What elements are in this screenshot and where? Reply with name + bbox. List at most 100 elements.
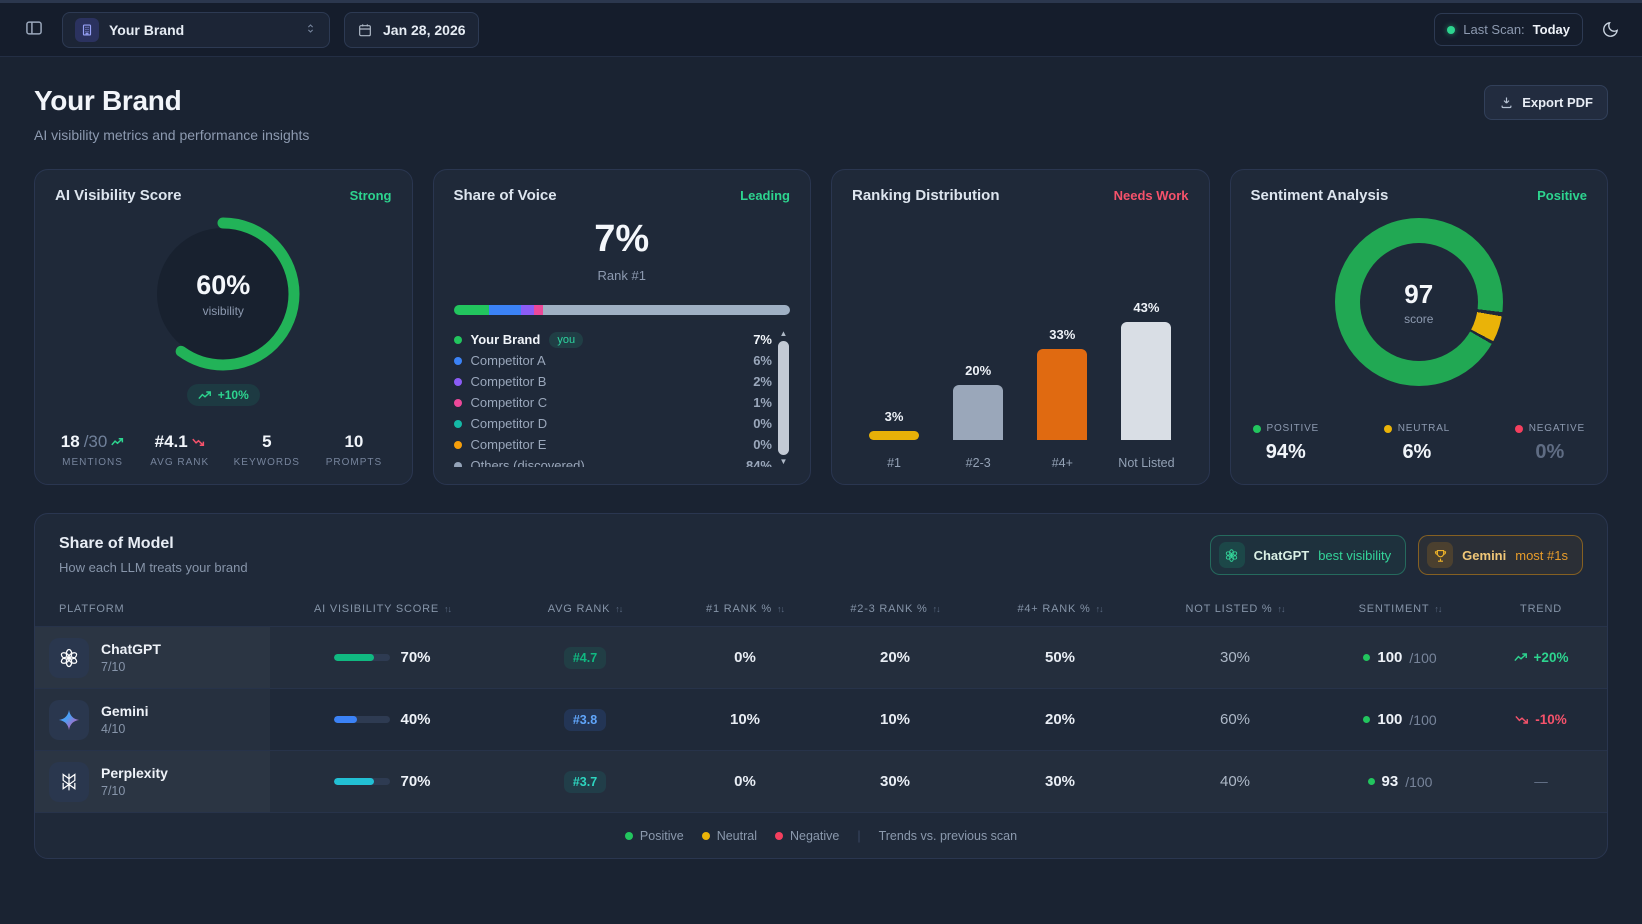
- column-avg-rank[interactable]: AVG RANK↑↓: [495, 603, 675, 615]
- legend-note: Trends vs. previous scan: [879, 829, 1017, 843]
- neutral-dot: [702, 832, 710, 840]
- series-dot: [454, 336, 462, 344]
- gemini-icon: [49, 700, 89, 740]
- bar-label: Not Listed: [1115, 456, 1177, 470]
- chatgpt-icon: [1219, 542, 1245, 568]
- badge-model-name: Gemini: [1462, 548, 1506, 563]
- sort-icon: ↑↓: [1278, 604, 1285, 614]
- share-of-voice-stacked-bar: [454, 305, 791, 315]
- platform-cell: ChatGPT 7/10: [35, 627, 270, 688]
- competitor-value: 0%: [753, 437, 772, 452]
- sentiment-value: 100: [1377, 649, 1402, 666]
- competitor-value: 84%: [746, 458, 772, 467]
- scroll-down-arrow-icon[interactable]: ▼: [780, 457, 788, 467]
- chevron-up-down-icon: [304, 22, 317, 38]
- legend-negative: Negative: [775, 829, 839, 843]
- score-bar-fill: [334, 716, 356, 723]
- keywords-label: KEYWORDS: [223, 457, 310, 468]
- rank1-cell: 0%: [675, 773, 815, 790]
- list-item: Competitor C 1%: [454, 392, 773, 413]
- ai-visibility-card: AI Visibility Score Strong 60% visibilit…: [34, 169, 413, 485]
- table-subtitle: How each LLM treats your brand: [59, 560, 248, 575]
- scroll-up-arrow-icon[interactable]: ▲: [780, 329, 788, 339]
- score-bar-fill: [334, 654, 373, 661]
- legend-value: 0%: [1515, 441, 1585, 464]
- legend-negative: NEGATIVE 0%: [1515, 423, 1585, 464]
- list-scrollbar[interactable]: ▲ ▼: [777, 329, 790, 467]
- table-row-chatgpt: ChatGPT7/10 70% #4.7 0% 20% 50% 30% 100 …: [35, 627, 1607, 689]
- share-of-voice-value: 7%: [454, 218, 791, 261]
- prompts-label: PROMPTS: [310, 457, 397, 468]
- series-dot: [454, 420, 462, 428]
- last-scan-label: Last Scan:: [1463, 22, 1524, 37]
- stat-avg-rank: #4.1 AVG RANK: [136, 432, 223, 468]
- score-value: 40%: [400, 711, 430, 728]
- avg-rank-pill: #4.7: [564, 647, 606, 669]
- stat-mentions: 18/30 MENTIONS: [49, 432, 136, 468]
- panel-left-icon: [24, 18, 44, 41]
- sentiment-total: /100: [1409, 712, 1436, 728]
- positive-dot: [625, 832, 633, 840]
- ranking-axis-labels: #1 #2-3 #4+ Not Listed: [852, 456, 1189, 470]
- visibility-score-caption: visibility: [203, 304, 244, 318]
- trend-cell: -10%: [1475, 712, 1607, 727]
- sidebar-toggle-button[interactable]: [20, 14, 48, 45]
- list-item: Your Brand you 7%: [454, 329, 773, 350]
- brand-selector-label: Your Brand: [109, 22, 184, 38]
- visibility-score-cell: 40%: [270, 711, 495, 728]
- stat-prompts: 10 PROMPTS: [310, 432, 397, 468]
- column-sentiment[interactable]: SENTIMENT↑↓: [1325, 603, 1475, 615]
- theme-toggle-button[interactable]: [1597, 16, 1624, 43]
- platform-cell: Perplexity7/10: [35, 751, 270, 812]
- page-subtitle: AI visibility metrics and performance in…: [34, 127, 309, 143]
- competitor-name: Competitor B: [471, 374, 547, 389]
- date-picker-button[interactable]: Jan 28, 2026: [344, 12, 479, 48]
- scrollbar-thumb[interactable]: [778, 341, 789, 455]
- platform-score-fraction: 7/10: [101, 660, 161, 674]
- mentions-total: /30: [84, 432, 108, 452]
- dashboard-root: Your Brand Jan 28, 2026 Last Scan: Today: [0, 0, 1642, 859]
- avg-rank-cell: #3.7: [495, 771, 675, 793]
- share-of-model-section: Share of Model How each LLM treats your …: [34, 513, 1608, 859]
- column-not-listed[interactable]: NOT LISTED %↑↓: [1145, 603, 1325, 615]
- bar: [1121, 322, 1171, 440]
- sentiment-total: /100: [1409, 650, 1436, 666]
- sort-icon: ↑↓: [1096, 604, 1103, 614]
- competitor-name: Competitor E: [471, 437, 547, 452]
- legend-divider: |: [857, 829, 860, 843]
- column-rank1[interactable]: #1 RANK %↑↓: [675, 603, 815, 615]
- most-firsts-badge: Gemini most #1s: [1418, 535, 1583, 575]
- trend-value: —: [1534, 774, 1548, 789]
- not-listed-cell: 60%: [1145, 711, 1325, 728]
- bar-value: 33%: [1049, 327, 1075, 342]
- sentiment-cell: 93 /100: [1325, 773, 1475, 790]
- column-visibility-score[interactable]: AI VISIBILITY SCORE↑↓: [270, 603, 495, 615]
- bar: [1037, 349, 1087, 440]
- ranking-title: Ranking Distribution: [852, 187, 1000, 204]
- sentiment-legend: POSITIVE 94% NEUTRAL 6% NEGATIVE 0%: [1253, 423, 1586, 464]
- platform-name: ChatGPT: [101, 641, 161, 657]
- series-dot: [454, 378, 462, 386]
- moon-icon: [1601, 20, 1620, 39]
- perplexity-icon: [49, 762, 89, 802]
- score-value: 70%: [400, 773, 430, 790]
- sort-icon: ↑↓: [777, 604, 784, 614]
- avg-rank-pill: #3.8: [564, 709, 606, 731]
- sentiment-badge: Positive: [1537, 188, 1587, 203]
- brand-selector[interactable]: Your Brand: [62, 12, 330, 48]
- column-rank23[interactable]: #2-3 RANK %↑↓: [815, 603, 975, 615]
- prompts-value: 10: [344, 432, 363, 452]
- table-footer-legend: Positive Neutral Negative | Trends vs. p…: [35, 813, 1607, 858]
- column-rank4plus[interactable]: #4+ RANK %↑↓: [975, 603, 1145, 615]
- list-item: Competitor B 2%: [454, 371, 773, 392]
- visibility-delta-pill: +10%: [187, 384, 260, 406]
- score-bar-track: [334, 778, 390, 785]
- export-pdf-button[interactable]: Export PDF: [1484, 85, 1608, 120]
- visibility-score-value: 60%: [196, 270, 250, 301]
- competitor-value: 7%: [753, 332, 772, 347]
- sort-icon: ↑↓: [444, 604, 451, 614]
- sentiment-donut-chart: 97 score: [1335, 218, 1503, 386]
- legend-neutral: Neutral: [702, 829, 757, 843]
- building-icon: [75, 18, 99, 42]
- platform-name: Perplexity: [101, 765, 168, 781]
